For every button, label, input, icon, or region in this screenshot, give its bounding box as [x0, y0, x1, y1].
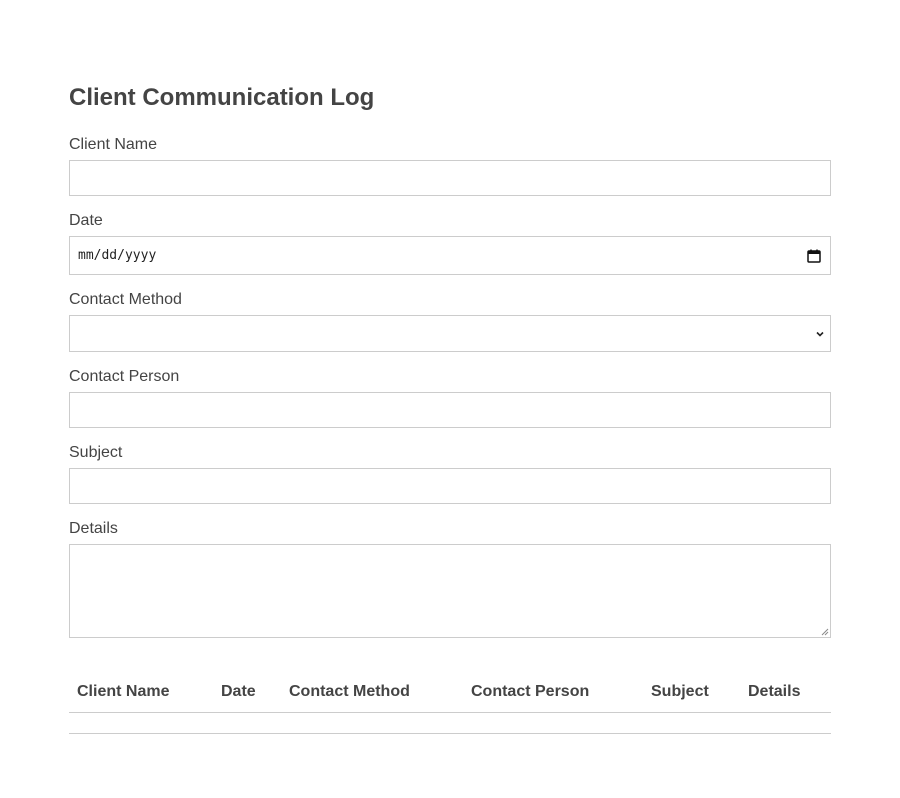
subject-label: Subject: [69, 444, 123, 461]
column-header-details: Details: [740, 672, 831, 713]
client-name-input[interactable]: [69, 160, 831, 196]
date-input[interactable]: mm/dd/yyyy: [69, 236, 831, 275]
page-title: Client Communication Log: [69, 84, 375, 111]
communication-log-table: Client Name Date Contact Method Contact …: [69, 672, 831, 734]
contact-person-input[interactable]: [69, 392, 831, 428]
calendar-icon[interactable]: [806, 248, 822, 264]
contact-method-select[interactable]: [69, 315, 831, 352]
chevron-down-icon: [816, 331, 824, 337]
table-empty-cell: [69, 712, 831, 734]
table-header-row: Client Name Date Contact Method Contact …: [69, 672, 831, 713]
column-header-date: Date: [213, 672, 281, 713]
column-header-subject: Subject: [643, 672, 740, 713]
details-label: Details: [69, 520, 118, 537]
resize-handle-icon[interactable]: [821, 628, 829, 636]
table-empty-row: [69, 712, 831, 734]
date-label: Date: [69, 212, 103, 229]
column-header-contact-method: Contact Method: [281, 672, 463, 713]
contact-method-label: Contact Method: [69, 291, 182, 308]
column-header-contact-person: Contact Person: [463, 672, 643, 713]
client-name-label: Client Name: [69, 136, 158, 153]
contact-person-label: Contact Person: [69, 368, 180, 385]
details-textarea[interactable]: [69, 544, 831, 638]
column-header-client-name: Client Name: [69, 672, 213, 713]
subject-input[interactable]: [69, 468, 831, 504]
date-placeholder: mm/dd/yyyy: [78, 248, 157, 263]
